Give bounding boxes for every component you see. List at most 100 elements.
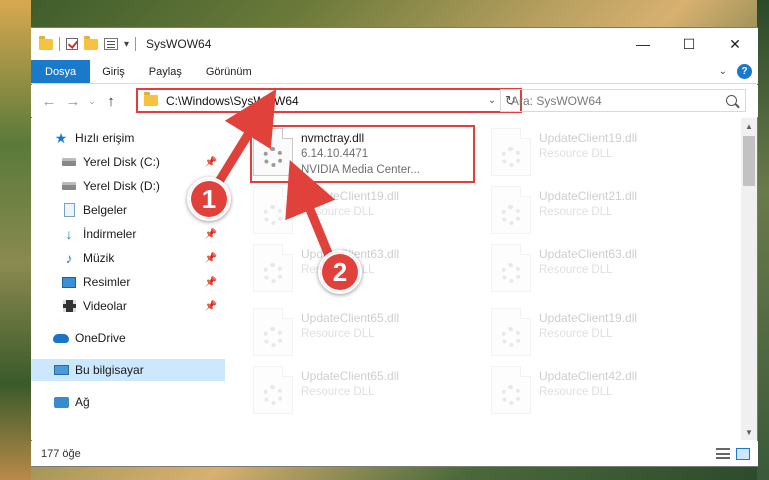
sidebar-item-label: Müzik [83, 251, 115, 265]
vertical-scrollbar[interactable]: ▲ ▼ [741, 118, 757, 440]
network-icon [53, 395, 69, 409]
star-icon: ★ [54, 129, 68, 146]
file-highlight-box [250, 125, 475, 183]
pictures-icon [61, 275, 77, 289]
sidebar-item-label: Resimler [83, 275, 131, 289]
sidebar-item-downloads[interactable]: ↓ İndirmeler 📌 [31, 223, 225, 245]
address-bar[interactable]: C:\Windows\SysWOW64 ⌄ ↻ [136, 88, 522, 113]
file-item-text: UpdateClient21.dll Resource DLL [539, 182, 637, 238]
tab-home[interactable]: Giriş [90, 60, 137, 83]
folder-icon[interactable] [39, 35, 53, 50]
tab-file[interactable]: Dosya [31, 60, 91, 83]
sidebar-item-label: İndirmeler [83, 227, 137, 241]
video-icon [61, 299, 77, 313]
item-count: 177 öğe [41, 447, 81, 460]
dll-file-icon [491, 128, 531, 176]
step-badge-2: 2 [318, 250, 362, 294]
file-type: Resource DLL [301, 386, 375, 398]
file-item-text: UpdateClient65.dll Resource DLL [301, 362, 399, 418]
file-type: Resource DLL [301, 328, 375, 340]
music-icon: ♪ [65, 250, 73, 266]
sidebar-item-this-pc[interactable]: Bu bilgisayar [31, 359, 225, 381]
download-icon: ↓ [65, 226, 73, 242]
dll-file-icon [253, 244, 293, 292]
pin-icon[interactable]: 📌 [205, 157, 217, 168]
close-button[interactable]: ✕ [712, 28, 758, 60]
file-type: Resource DLL [539, 206, 613, 218]
sidebar-item-label: Yerel Disk (C:) [83, 155, 160, 169]
help-icon[interactable]: ? [737, 64, 752, 79]
sidebar-item-local-disk-c[interactable]: Yerel Disk (C:) 📌 [31, 151, 225, 173]
sidebar-item-label: Videolar [83, 299, 127, 313]
dll-file-icon [253, 308, 293, 356]
ribbon-tabs: Dosya Giriş Paylaş Görünüm ⌄ ? [31, 60, 758, 84]
address-folder-icon [144, 92, 158, 106]
computer-icon [53, 363, 69, 377]
maximize-button[interactable]: ☐ [666, 28, 712, 60]
large-icons-view-icon[interactable] [736, 447, 750, 460]
customize-toolbar-chevron-icon[interactable]: ▾ [124, 39, 129, 50]
sidebar-item-label: Yerel Disk (D:) [83, 179, 160, 193]
scroll-up-arrow-icon[interactable]: ▲ [741, 118, 757, 134]
file-type: Resource DLL [539, 264, 613, 276]
file-item-text: UpdateClient19.dll Resource DLL [539, 304, 637, 360]
file-name: UpdateClient65.dll [301, 369, 400, 383]
recent-locations-chevron-icon[interactable]: ⌄ [85, 96, 99, 107]
address-path[interactable]: C:\Windows\SysWOW64 [166, 94, 299, 108]
file-item[interactable]: UpdateClient65.dll Resource DLL [245, 362, 475, 418]
tab-view[interactable]: Görünüm [194, 60, 264, 83]
file-name: UpdateClient19.dll [539, 131, 638, 145]
toolbar-separator [135, 37, 137, 51]
search-icon[interactable] [726, 95, 737, 106]
file-item[interactable]: UpdateClient19.dll Resource DLL [245, 182, 475, 238]
properties-check-icon[interactable] [66, 38, 78, 50]
file-item[interactable]: UpdateClient21.dll Resource DLL [483, 182, 713, 238]
pin-icon[interactable]: 📌 [205, 229, 217, 240]
dll-file-icon [491, 366, 531, 414]
status-bar: 177 öğe [31, 441, 758, 466]
title-bar: ▾ SysWOW64 — ☐ ✕ [31, 28, 758, 60]
file-type: Resource DLL [301, 206, 375, 218]
file-name: UpdateClient63.dll [539, 247, 638, 261]
up-arrow-icon[interactable]: ↑ [99, 93, 123, 110]
toolbar-separator [59, 37, 60, 51]
step-badge-1: 1 [187, 177, 231, 221]
minimize-button[interactable]: — [620, 28, 666, 60]
search-input[interactable]: Ara: SysWOW64 [500, 89, 746, 112]
pin-icon[interactable]: 📌 [205, 301, 217, 312]
file-item[interactable]: UpdateClient19.dll Resource DLL [483, 124, 713, 180]
search-placeholder: Ara: SysWOW64 [511, 93, 602, 108]
file-item-text: UpdateClient19.dll Resource DLL [301, 182, 399, 238]
forward-arrow-icon[interactable]: → [61, 93, 85, 110]
back-arrow-icon[interactable]: ← [37, 93, 61, 110]
tab-share[interactable]: Paylaş [137, 60, 194, 83]
file-type: Resource DLL [539, 386, 613, 398]
sidebar-item-quick-access[interactable]: ★ Hızlı erişim [31, 127, 225, 149]
dll-file-icon [491, 244, 531, 292]
file-item[interactable]: UpdateClient42.dll Resource DLL [483, 362, 713, 418]
sidebar-item-network[interactable]: Ağ [31, 391, 225, 413]
pin-icon[interactable]: 📌 [205, 253, 217, 264]
scroll-thumb[interactable] [743, 136, 755, 186]
window-title: SysWOW64 [146, 37, 212, 51]
dll-file-icon [253, 186, 293, 234]
desktop-background-right [757, 0, 769, 480]
sidebar-item-music[interactable]: ♪ Müzik 📌 [31, 247, 225, 269]
file-name: UpdateClient19.dll [301, 189, 400, 203]
pin-icon[interactable]: 📌 [205, 277, 217, 288]
details-view-icon[interactable] [716, 447, 730, 459]
sidebar-item-videos[interactable]: Videolar 📌 [31, 295, 225, 317]
file-item[interactable]: UpdateClient63.dll Resource DLL [483, 240, 713, 296]
file-item[interactable]: UpdateClient65.dll Resource DLL [245, 304, 475, 360]
file-item[interactable]: UpdateClient19.dll Resource DLL [483, 304, 713, 360]
sidebar-item-label: Bu bilgisayar [75, 363, 144, 377]
rename-icon[interactable] [104, 38, 118, 50]
expand-ribbon-chevron-icon[interactable]: ⌄ [719, 66, 727, 77]
sidebar-item-label: Hızlı erişim [75, 131, 135, 145]
dll-file-icon [253, 366, 293, 414]
sidebar-item-onedrive[interactable]: OneDrive [31, 327, 225, 349]
scroll-down-arrow-icon[interactable]: ▼ [741, 424, 757, 440]
address-history-chevron-icon[interactable]: ⌄ [484, 95, 500, 106]
sidebar-item-pictures[interactable]: Resimler 📌 [31, 271, 225, 293]
new-folder-icon[interactable] [84, 35, 98, 50]
